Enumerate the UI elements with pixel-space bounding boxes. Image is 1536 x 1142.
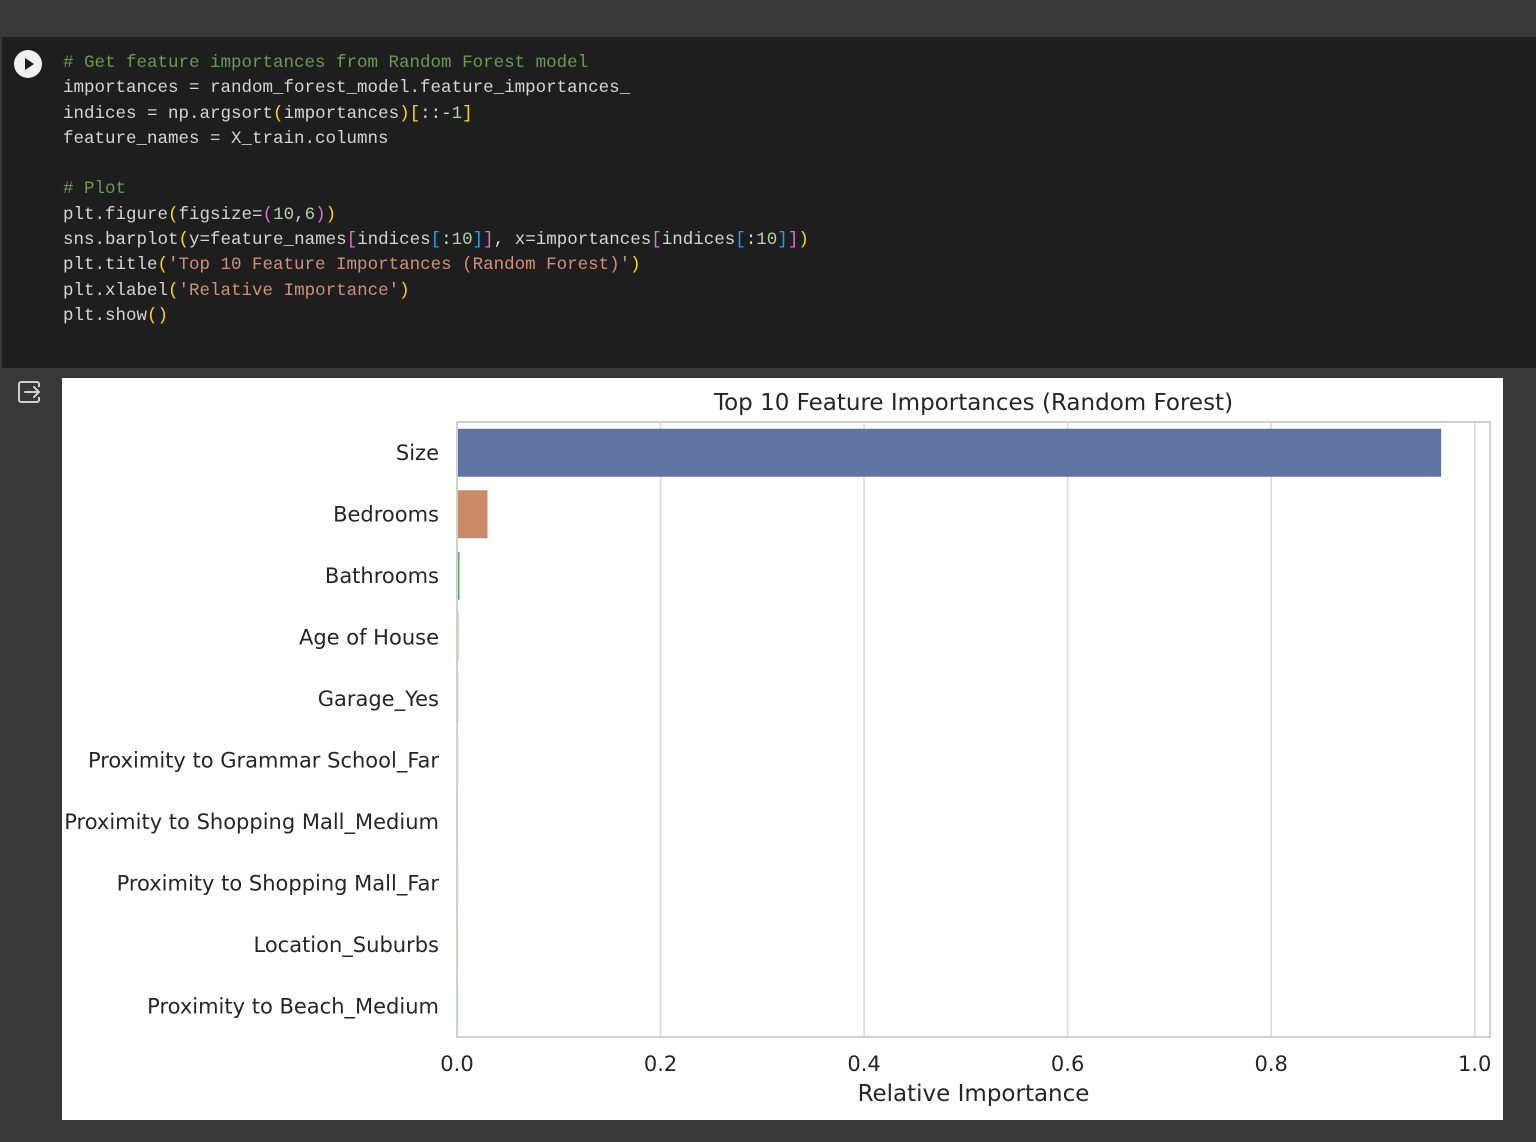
x-tick-labels: 0.0 0.2 0.4 0.6 0.8 1.0 (440, 1052, 1491, 1076)
x-tick-label: 0.6 (1051, 1052, 1084, 1076)
code-line: plt.figure(figsize=(10,6)) (63, 203, 809, 228)
top-toolbar-strip (0, 0, 1536, 37)
code-token: [ (430, 230, 442, 251)
cell-output-area: Size Bedrooms Bathrooms Age of House Garage_… (62, 378, 1503, 1120)
code-line: importances = random_forest_model.featur… (63, 76, 809, 101)
output-redirect-icon[interactable] (16, 379, 42, 405)
y-tick-label: Size (396, 441, 439, 465)
code-token: ( (168, 280, 179, 301)
chart-grid (456, 422, 1476, 1037)
play-circle-icon (25, 58, 34, 70)
code-token: 10 (451, 230, 473, 251)
code-token: ::- (420, 103, 452, 124)
bar-0 (458, 428, 1442, 477)
code-line: sns.barplot(y=feature_names[indices[:10]… (63, 228, 809, 253)
code-token: 'Relative Importance' (178, 280, 400, 301)
y-tick-label: Bedrooms (333, 502, 439, 526)
run-cell-button[interactable] (14, 50, 42, 78)
code-token: ] (483, 230, 494, 251)
code-line: feature_names = X_train.columns (63, 127, 809, 152)
x-tick-label: 1.0 (1458, 1052, 1491, 1076)
code-token: [ (651, 230, 662, 251)
code-token: y=feature_names (189, 230, 347, 251)
code-line: plt.title('Top 10 Feature Importances (R… (63, 253, 809, 278)
code-token: ( (168, 204, 179, 225)
code-token: ] (472, 230, 484, 251)
code-token: ) (399, 280, 410, 301)
code-token: ] (777, 230, 788, 251)
feature-importance-chart: Size Bedrooms Bathrooms Age of House Garage_… (64, 390, 1491, 1107)
code-token: ) (798, 230, 809, 251)
chart-title: Top 10 Feature Importances (Random Fores… (713, 390, 1233, 416)
code-token: , x=importances (493, 230, 652, 251)
x-tick-label: 0.4 (847, 1052, 880, 1076)
code-token: ( (262, 204, 274, 225)
y-tick-labels: Size Bedrooms Bathrooms Age of House Garage_… (64, 441, 439, 1020)
code-token: ( (157, 255, 169, 276)
code-line: plt.show() (63, 304, 809, 329)
code-token: sns.barplot (63, 230, 179, 251)
code-token: [ (735, 230, 746, 251)
code-token: ) (315, 204, 326, 225)
code-token: indices (661, 230, 736, 251)
y-tick-label: Garage_Yes (318, 687, 439, 712)
code-token: # Get feature importances from Random Fo… (63, 53, 589, 73)
code-token: 'Top 10 Feature Importances (Random Fore… (168, 255, 631, 276)
code-line: indices = np.argsort(importances)[::-1] (63, 102, 809, 127)
code-token: ] (787, 230, 799, 251)
code-line: plt.xlabel('Relative Importance') (63, 279, 809, 304)
code-token: figsize= (178, 204, 263, 225)
code-token: [ (409, 103, 421, 124)
x-tick-label: 0.0 (440, 1052, 473, 1076)
code-token: plt.figure (63, 204, 169, 225)
x-tick-label: 0.8 (1254, 1052, 1287, 1076)
code-token: () (147, 305, 169, 326)
y-tick-label: Age of House (299, 625, 439, 649)
y-tick-label: Location_Suburbs (253, 933, 439, 958)
x-tick-label: 0.2 (644, 1052, 677, 1076)
code-token: feature_names = X_train.columns (63, 128, 389, 149)
code-token: importances = random_forest_model.featur… (63, 78, 631, 99)
code-token: importances (283, 103, 400, 124)
bar-2 (458, 551, 460, 600)
code-token: : (441, 230, 452, 251)
code-token: ( (178, 230, 190, 251)
code-token: ] (462, 103, 473, 124)
code-token: 6 (304, 204, 316, 225)
code-token: ) (325, 204, 337, 225)
y-tick-label: Proximity to Grammar School_Far (88, 748, 439, 773)
y-tick-label: Bathrooms (325, 564, 439, 588)
code-line: # Get feature importances from Random Fo… (63, 51, 809, 76)
y-tick-label: Proximity to Shopping Mall_Far (117, 871, 440, 896)
code-token: ) (630, 255, 641, 276)
chart-bars (458, 428, 1442, 1031)
y-tick-label: Proximity to Shopping Mall_Medium (64, 810, 439, 835)
code-token: indices = np.argsort (63, 103, 274, 124)
code-token: [ (346, 230, 358, 251)
code-token: plt.show (63, 305, 148, 326)
code-token: plt.title (63, 255, 158, 276)
x-axis-label: Relative Importance (858, 1081, 1090, 1107)
bar-1 (458, 490, 488, 539)
code-token: plt.xlabel (63, 280, 169, 301)
code-editor[interactable]: # Get feature importances from Random Fo… (63, 51, 809, 329)
y-tick-label: Proximity to Beach_Medium (147, 994, 439, 1019)
plot-area-frame (456, 421, 1491, 1038)
code-token: : (745, 230, 757, 251)
code-token: 10 (756, 230, 778, 251)
code-token: , (294, 204, 305, 225)
code-token: 10 (273, 204, 295, 225)
code-token: # Plot (63, 179, 127, 200)
code-token: 1 (451, 103, 463, 124)
code-line: # Plot (63, 177, 809, 202)
code-token: ) (399, 103, 410, 124)
code-token: indices (357, 230, 431, 251)
code-token: ( (273, 103, 284, 124)
